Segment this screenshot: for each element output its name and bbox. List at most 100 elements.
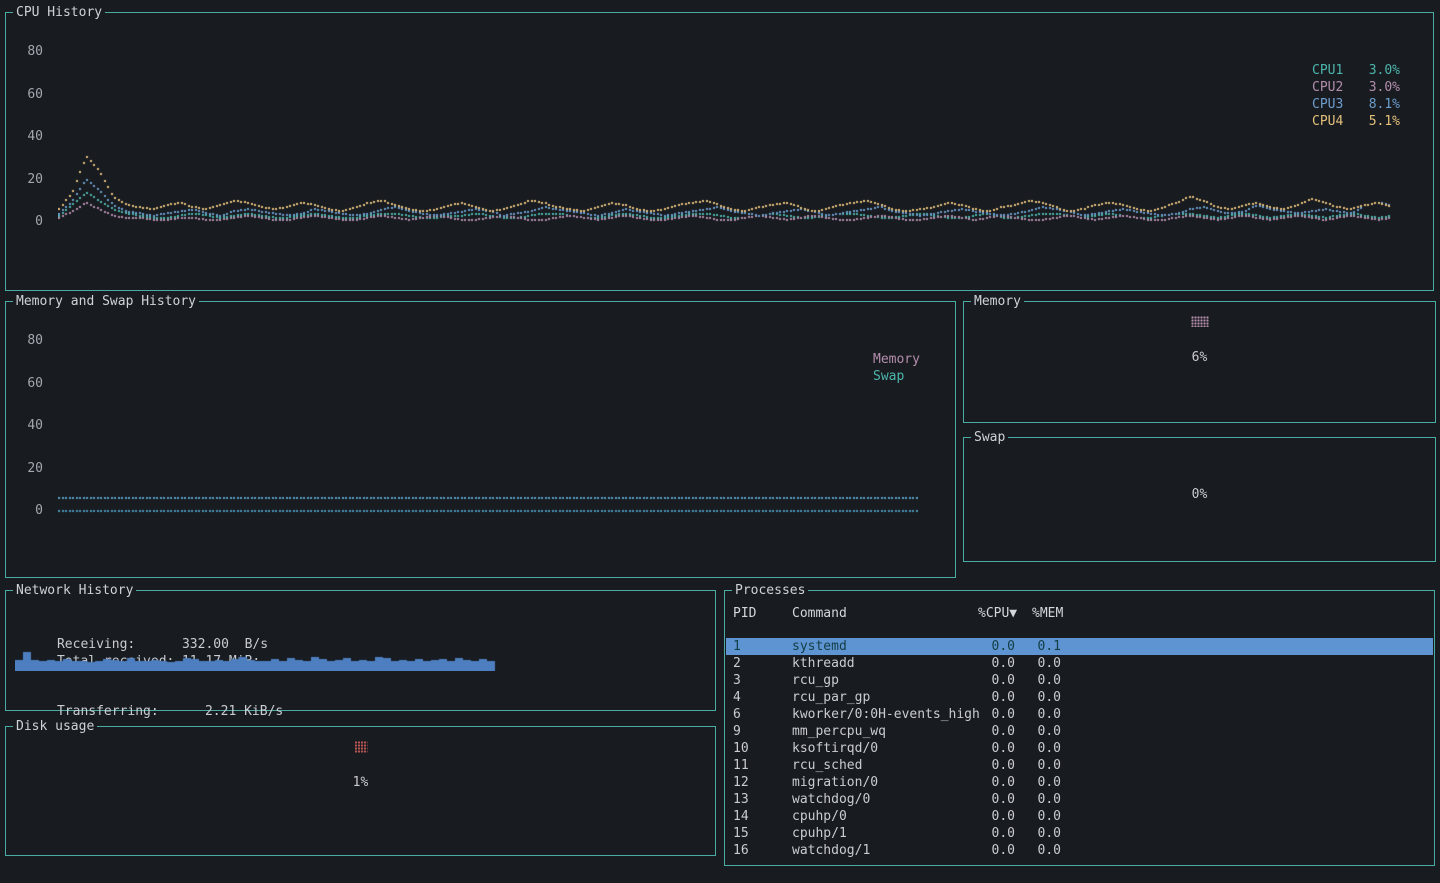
process-row[interactable]: 13 watchdog/0 0.0 0.0 [726, 791, 1433, 808]
process-table-body: 1 systemd 0.0 0.1 2 kthreadd 0.0 0.0 3 r… [726, 638, 1433, 859]
process-command: kworker/0:0H-events_high [792, 706, 980, 723]
process-command: cpuhp/1 [792, 825, 847, 842]
memory-usage-panel: Memory 6% [963, 301, 1436, 423]
y-axis-label: 20 [13, 172, 43, 188]
process-cpu-percent: 0.0 [978, 638, 1015, 655]
column-header-pid[interactable]: PID [733, 605, 756, 622]
swap-legend-label: Swap [873, 368, 904, 385]
panel-title-swap: Swap [971, 429, 1008, 446]
cpu2-legend-value: 3.0% [1369, 79, 1400, 96]
process-cpu-percent: 0.0 [978, 706, 1015, 723]
process-mem-percent: 0.0 [1032, 740, 1061, 757]
process-mem-percent: 0.0 [1032, 791, 1061, 808]
process-row[interactable]: 2 kthreadd 0.0 0.0 [726, 655, 1433, 672]
process-cpu-percent: 0.0 [978, 655, 1015, 672]
process-row[interactable]: 1 systemd 0.0 0.1 [726, 638, 1433, 655]
memory-swap-history-chart [58, 326, 918, 516]
y-axis-label: 0 [13, 503, 43, 519]
process-pid: 14 [733, 808, 749, 825]
cpu-legend-item: CPU2 3.0% [1312, 79, 1400, 96]
panel-title-network-history: Network History [13, 582, 136, 599]
process-command: cpuhp/0 [792, 808, 847, 825]
process-cpu-percent: 0.0 [978, 791, 1015, 808]
cpu2-legend-label: CPU2 [1312, 79, 1343, 96]
network-history-chart [15, 651, 705, 671]
process-row[interactable]: 14 cpuhp/0 0.0 0.0 [726, 808, 1433, 825]
process-command: systemd [792, 638, 847, 655]
memory-usage-percent: 6% [964, 350, 1435, 366]
process-row[interactable]: 16 watchdog/1 0.0 0.0 [726, 842, 1433, 859]
y-axis-label: 80 [13, 44, 43, 60]
process-pid: 6 [733, 706, 741, 723]
cpu1-legend-value: 3.0% [1369, 62, 1400, 79]
process-command: watchdog/0 [792, 791, 870, 808]
process-cpu-percent: 0.0 [978, 672, 1015, 689]
process-mem-percent: 0.0 [1032, 723, 1061, 740]
process-row[interactable]: 9 mm_percpu_wq 0.0 0.0 [726, 723, 1433, 740]
process-command: rcu_par_gp [792, 689, 870, 706]
panel-title-memory: Memory [971, 293, 1024, 310]
process-pid: 15 [733, 825, 749, 842]
process-cpu-percent: 0.0 [978, 808, 1015, 825]
process-pid: 11 [733, 757, 749, 774]
disk-usage-icon [354, 741, 367, 753]
disk-usage-panel: Disk usage 1% [5, 726, 716, 856]
y-axis-label: 0 [13, 214, 43, 230]
process-row[interactable]: 12 migration/0 0.0 0.0 [726, 774, 1433, 791]
column-header-cpu-sort[interactable]: %CPU▼ [978, 605, 1017, 622]
column-header-mem[interactable]: %MEM [1032, 605, 1063, 622]
process-mem-percent: 0.0 [1032, 655, 1061, 672]
process-mem-percent: 0.0 [1032, 672, 1061, 689]
process-cpu-percent: 0.0 [978, 723, 1015, 740]
cpu-history-panel: CPU History 020406080 CPU1 3.0% CPU2 3.0… [5, 12, 1434, 291]
swap-legend-item: Swap [873, 368, 943, 385]
process-row[interactable]: 6 kworker/0:0H-events_high 0.0 0.0 [726, 706, 1433, 723]
memory-legend-label: Memory [873, 351, 920, 368]
process-mem-percent: 0.0 [1032, 706, 1061, 723]
cpu1-legend-label: CPU1 [1312, 62, 1343, 79]
process-mem-percent: 0.0 [1032, 808, 1061, 825]
processes-panel: Processes PID Command %CPU▼ %MEM 1 syste… [724, 590, 1435, 866]
process-row[interactable]: 11 rcu_sched 0.0 0.0 [726, 757, 1433, 774]
panel-title-processes: Processes [732, 582, 808, 599]
cpu-legend-item: CPU3 8.1% [1312, 96, 1400, 113]
process-row[interactable]: 10 ksoftirqd/0 0.0 0.0 [726, 740, 1433, 757]
disk-usage-percent: 1% [6, 775, 715, 791]
process-cpu-percent: 0.0 [978, 842, 1015, 859]
process-cpu-percent: 0.0 [978, 740, 1015, 757]
memory-swap-legend: Memory Swap [873, 351, 943, 385]
cpu-history-chart [58, 37, 1391, 227]
cpu4-legend-label: CPU4 [1312, 113, 1343, 130]
process-row[interactable]: 4 rcu_par_gp 0.0 0.0 [726, 689, 1433, 706]
memory-usage-icon [1191, 316, 1209, 327]
process-pid: 13 [733, 791, 749, 808]
cpu3-legend-value: 8.1% [1369, 96, 1400, 113]
process-row[interactable]: 15 cpuhp/1 0.0 0.0 [726, 825, 1433, 842]
process-command: ksoftirqd/0 [792, 740, 878, 757]
y-axis-label: 60 [13, 87, 43, 103]
panel-title-cpu-history: CPU History [13, 4, 105, 21]
panel-title-disk-usage: Disk usage [13, 718, 97, 735]
panel-title-memory-swap-history: Memory and Swap History [13, 293, 199, 310]
process-command: migration/0 [792, 774, 878, 791]
process-command: mm_percpu_wq [792, 723, 886, 740]
process-mem-percent: 0.0 [1032, 774, 1061, 791]
process-pid: 2 [733, 655, 741, 672]
process-pid: 1 [733, 638, 741, 655]
y-axis-label: 40 [13, 129, 43, 145]
process-command: kthreadd [792, 655, 855, 672]
process-cpu-percent: 0.0 [978, 774, 1015, 791]
cpu3-legend-label: CPU3 [1312, 96, 1343, 113]
swap-usage-percent: 0% [964, 487, 1435, 503]
cpu-legend: CPU1 3.0% CPU2 3.0% CPU3 8.1% CPU4 5.1% [1312, 62, 1400, 130]
network-history-panel: Network History Receiving:332.00 B/s Tot… [5, 590, 716, 711]
process-command: rcu_gp [792, 672, 839, 689]
process-pid: 10 [733, 740, 749, 757]
y-axis-label: 40 [13, 418, 43, 434]
process-row[interactable]: 3 rcu_gp 0.0 0.0 [726, 672, 1433, 689]
cpu-legend-item: CPU4 5.1% [1312, 113, 1400, 130]
process-cpu-percent: 0.0 [978, 825, 1015, 842]
y-axis-label: 60 [13, 376, 43, 392]
column-header-command[interactable]: Command [792, 605, 847, 622]
process-mem-percent: 0.0 [1032, 757, 1061, 774]
